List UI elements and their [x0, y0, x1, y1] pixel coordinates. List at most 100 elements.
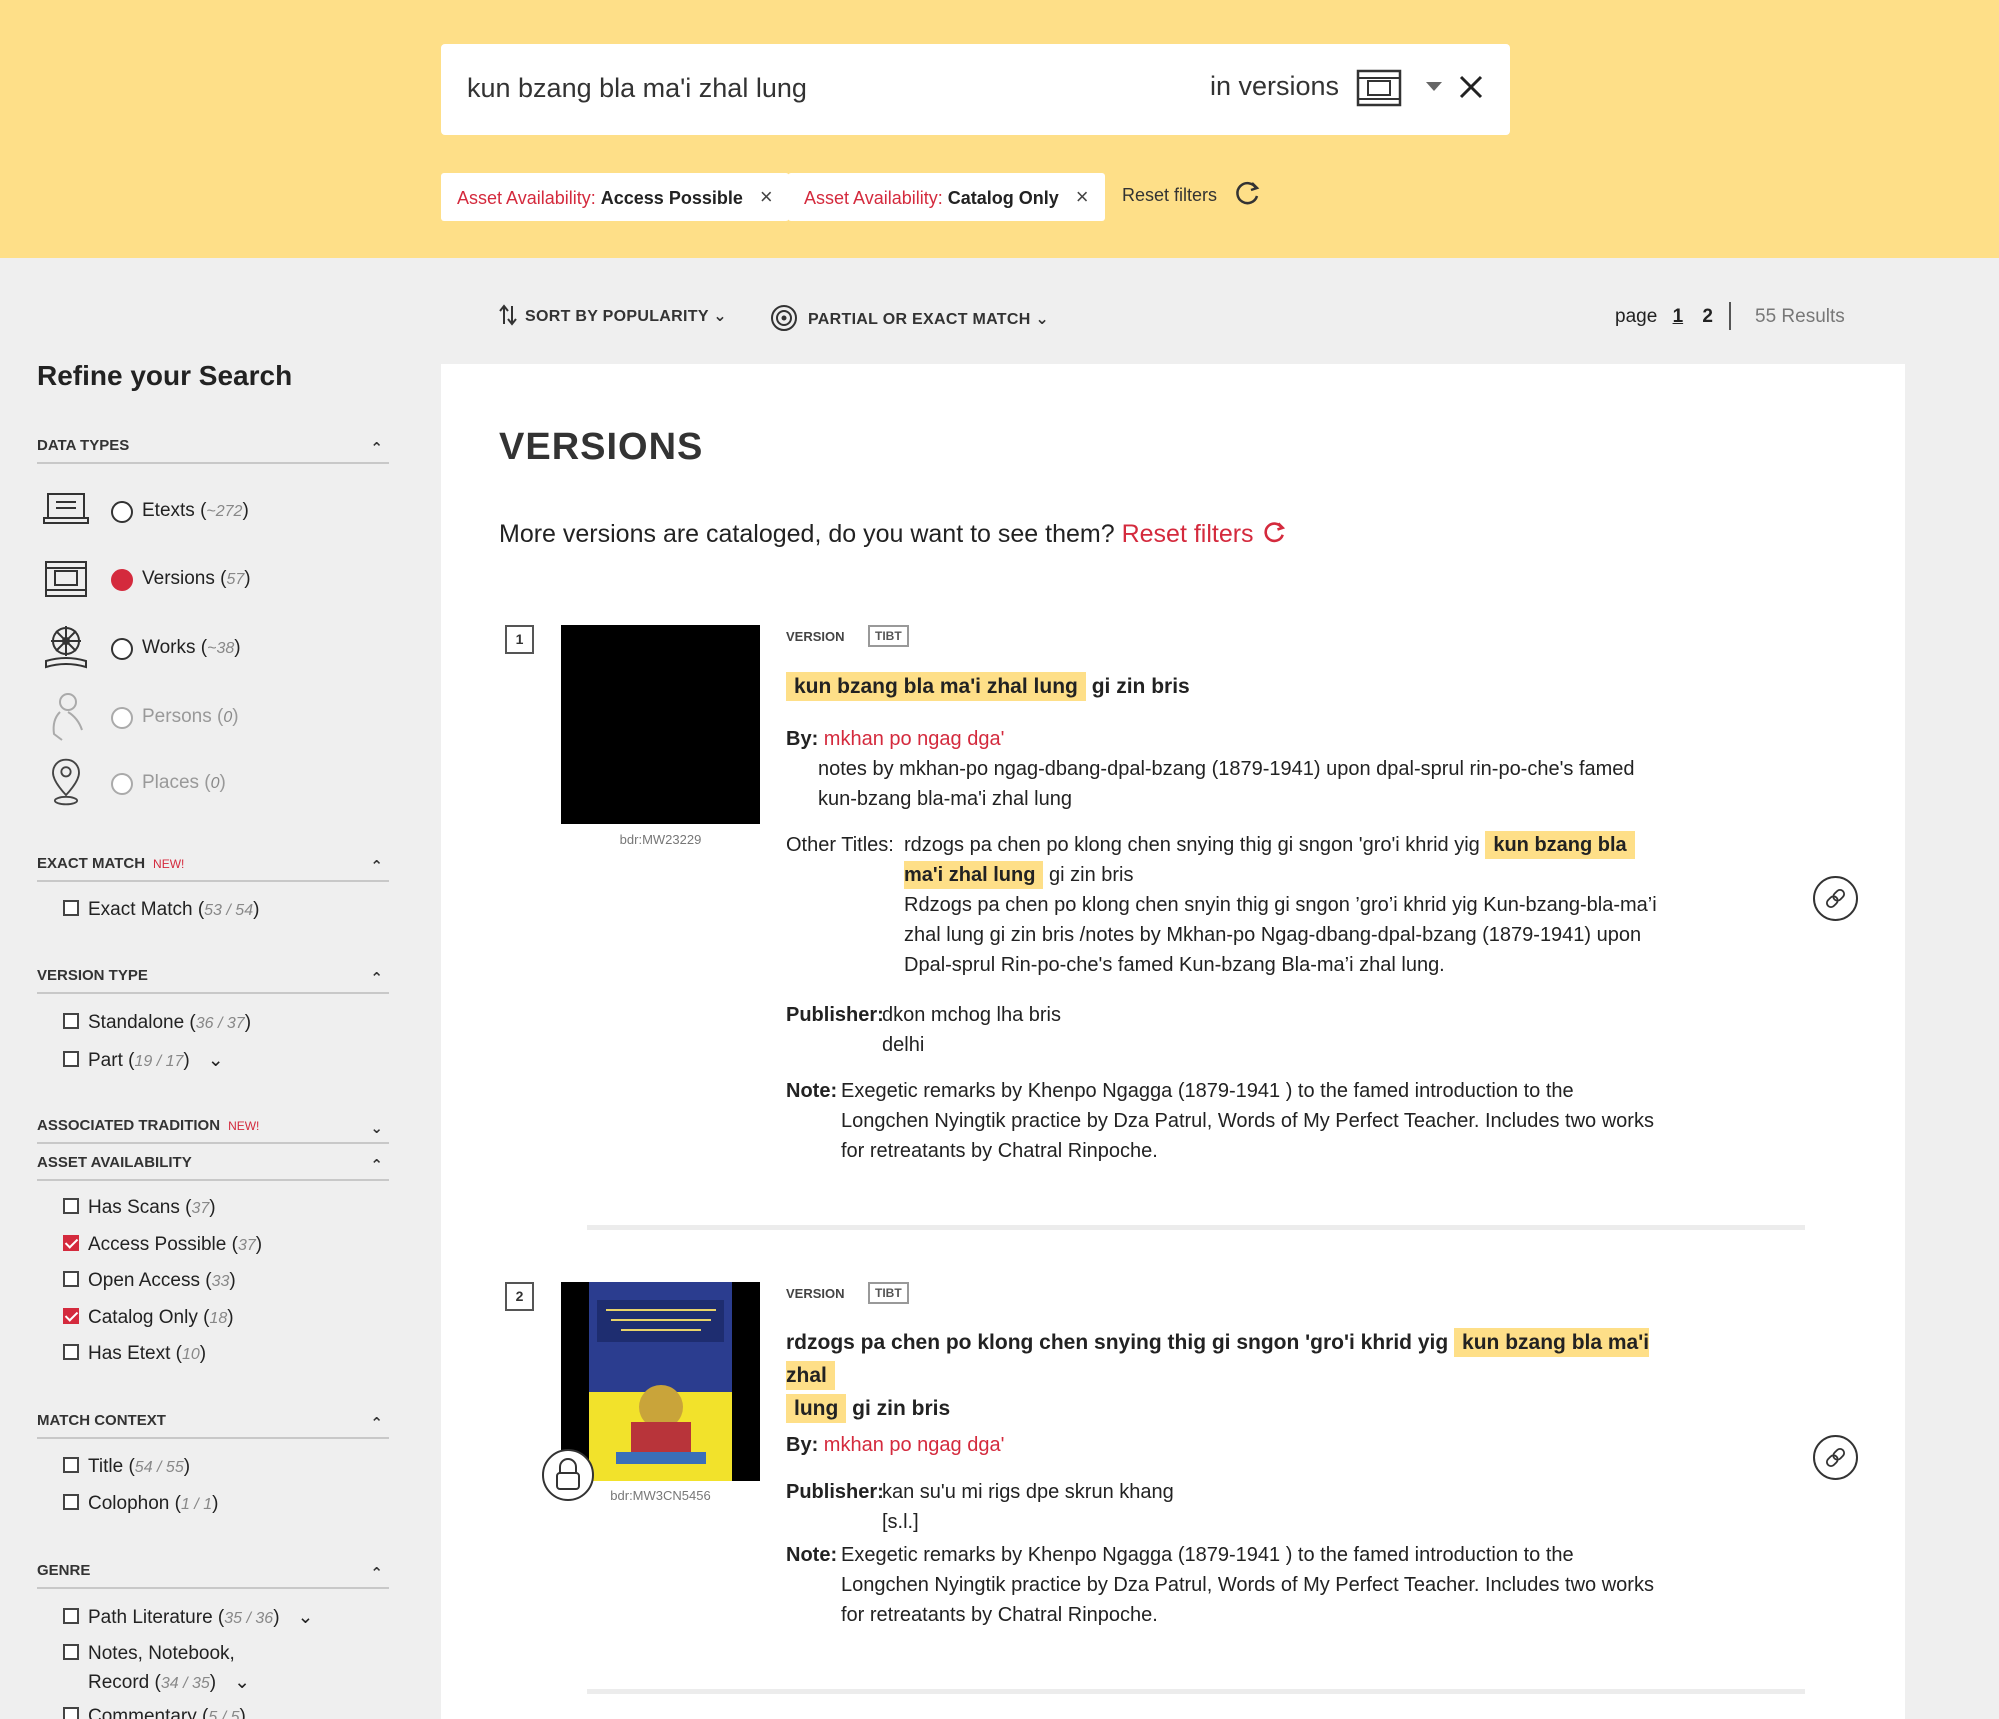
exact-match-header[interactable]: EXACT MATCH NEW! ⌃	[37, 855, 389, 882]
search-scope-label[interactable]: in versions	[1210, 71, 1339, 102]
radio[interactable]	[111, 638, 133, 660]
data-type-versions[interactable]: Versions (57)	[37, 552, 389, 604]
chevron-down-icon: ⌄	[370, 1120, 383, 1137]
title-checkbox[interactable]: Title (54 / 55)	[63, 1456, 190, 1478]
search-input[interactable]: kun bzang bla ma'i zhal lung	[467, 73, 807, 104]
chevron-up-icon: ⌃	[370, 1415, 383, 1432]
radio[interactable]	[111, 501, 133, 523]
standalone-checkbox[interactable]: Standalone (36 / 37)	[63, 1012, 251, 1034]
note-label: Note:	[786, 1544, 838, 1566]
genre-header[interactable]: GENRE ⌃	[37, 1562, 389, 1589]
filter-chip-catalog-only[interactable]: Asset Availability: Catalog Only ×	[788, 173, 1105, 221]
chevron-up-icon: ⌃	[370, 858, 383, 875]
divider	[587, 1689, 1805, 1694]
chevron-up-icon: ⌃	[370, 440, 383, 457]
open-access-checkbox[interactable]: Open Access (33)	[63, 1270, 236, 1292]
author-row: By: mkhan po ngag dga'	[786, 1434, 1005, 1456]
radio[interactable]	[111, 773, 133, 795]
author-note: notes by mkhan-po ngag-dbang-dpal-bzang …	[818, 758, 1635, 810]
divider	[1729, 302, 1731, 330]
scope-dropdown-icon[interactable]	[1426, 82, 1442, 91]
version-type-header[interactable]: VERSION TYPE ⌃	[37, 967, 389, 994]
data-type-persons[interactable]: Persons (0)	[37, 690, 389, 742]
search-bar[interactable]: kun bzang bla ma'i zhal lung in versions	[441, 44, 1510, 135]
reset-filters-link[interactable]: Reset filters	[1122, 520, 1287, 548]
link-icon[interactable]	[1813, 1435, 1858, 1480]
access-possible-checkbox[interactable]: Access Possible (37)	[63, 1234, 262, 1256]
page-1-link[interactable]: 1	[1673, 306, 1684, 327]
author-row: By: mkhan po ngag dga'	[786, 728, 1005, 750]
results-count: 55 Results	[1755, 306, 1845, 327]
notes-checkbox-line2: Record (34 / 35) ⌄	[88, 1672, 251, 1693]
result-number: 1	[505, 625, 534, 654]
refresh-icon	[1236, 181, 1260, 205]
link-icon[interactable]	[1813, 876, 1858, 921]
pagination: page 1 2	[1615, 302, 1731, 330]
results-panel: VERSIONS More versions are cataloged, do…	[441, 364, 1905, 1719]
remove-filter-icon[interactable]: ×	[760, 184, 773, 209]
publisher: kan su'u mi rigs dpe skrun khang [s.l.]	[882, 1481, 1174, 1533]
note: Exegetic remarks by Khenpo Ngagga (1879-…	[841, 1080, 1654, 1162]
divider	[587, 1225, 1805, 1230]
more-versions-message: More versions are cataloged, do you want…	[499, 520, 1287, 549]
result-title[interactable]: kun bzang bla ma'i zhal lung gi zin bris	[786, 670, 1190, 703]
etext-icon	[43, 493, 89, 524]
colophon-checkbox[interactable]: Colophon (1 / 1)	[63, 1493, 218, 1515]
path-literature-checkbox[interactable]: Path Literature (35 / 36) ⌄	[63, 1606, 313, 1629]
dharma-wheel-icon	[45, 626, 87, 669]
has-etext-checkbox[interactable]: Has Etext (10)	[63, 1343, 206, 1365]
result-title[interactable]: rdzogs pa chen po klong chen snying thig…	[786, 1326, 1686, 1425]
has-scans-checkbox[interactable]: Has Scans (37)	[63, 1197, 216, 1219]
availability-header[interactable]: ASSET AVAILABILITY ⌃	[37, 1154, 389, 1181]
radio[interactable]	[111, 707, 133, 729]
result-number: 2	[505, 1282, 534, 1311]
versions-icon[interactable]	[1356, 68, 1402, 108]
note-label: Note:	[786, 1080, 838, 1102]
page-title: VERSIONS	[499, 426, 704, 468]
result-id: bdr:MW3CN5456	[610, 1488, 711, 1503]
type-tag: VERSION	[786, 629, 845, 644]
target-icon	[771, 305, 797, 331]
sort-dropdown[interactable]: SORT BY POPULARITY ⌄	[499, 304, 727, 326]
result-thumbnail[interactable]	[561, 625, 760, 824]
other-titles-label: Other Titles:	[786, 834, 894, 856]
reset-filters-button[interactable]: Reset filters	[1122, 181, 1260, 206]
note: Exegetic remarks by Khenpo Ngagga (1879-…	[841, 1544, 1654, 1626]
data-type-etexts[interactable]: Etexts (~272)	[37, 484, 389, 536]
data-type-works[interactable]: Works (~38)	[37, 621, 389, 673]
author-link[interactable]: mkhan po ngag dga'	[824, 728, 1005, 750]
chevron-down-icon[interactable]: ⌄	[234, 1672, 250, 1693]
versions-icon	[45, 561, 87, 597]
publisher-label: Publisher:	[786, 1004, 884, 1026]
page-2-link[interactable]: 2	[1702, 306, 1713, 327]
chevron-up-icon: ⌃	[370, 1157, 383, 1174]
refine-title: Refine your Search	[37, 360, 293, 391]
tradition-header[interactable]: ASSOCIATED TRADITION NEW! ⌄	[37, 1117, 389, 1144]
chevron-up-icon: ⌃	[370, 970, 383, 987]
part-checkbox[interactable]: Part (19 / 17) ⌄	[63, 1049, 224, 1072]
remove-filter-icon[interactable]: ×	[1076, 184, 1089, 209]
data-types-header[interactable]: DATA TYPES ⌃	[37, 437, 389, 464]
chevron-down-icon[interactable]: ⌄	[208, 1050, 224, 1071]
result-id: bdr:MW23229	[619, 832, 702, 847]
other-titles: rdzogs pa chen po klong chen snying thig…	[904, 830, 1684, 980]
notes-checkbox[interactable]: Notes, Notebook,	[63, 1643, 235, 1665]
commentary-checkbox[interactable]: Commentary (5 / 5)	[63, 1706, 246, 1719]
publisher: dkon mchog lha bris delhi	[882, 1004, 1061, 1056]
match-context-header[interactable]: MATCH CONTEXT ⌃	[37, 1412, 389, 1439]
language-tag: TIBT	[868, 625, 909, 647]
author-link[interactable]: mkhan po ngag dga'	[824, 1434, 1005, 1456]
data-type-places[interactable]: Places (0)	[37, 756, 389, 808]
match-dropdown[interactable]: PARTIAL OR EXACT MATCH ⌄	[770, 304, 1049, 332]
language-tag: TIBT	[868, 1282, 909, 1304]
type-tag: VERSION	[786, 1286, 845, 1301]
radio-selected[interactable]	[111, 569, 133, 591]
map-pin-icon	[52, 758, 80, 806]
publisher-label: Publisher:	[786, 1481, 884, 1503]
chevron-up-icon: ⌃	[370, 1565, 383, 1582]
filter-chip-access-possible[interactable]: Asset Availability: Access Possible ×	[441, 173, 789, 221]
clear-search-icon[interactable]	[1454, 70, 1488, 104]
catalog-only-checkbox[interactable]: Catalog Only (18)	[63, 1307, 234, 1329]
exact-match-checkbox[interactable]: Exact Match (53 / 54)	[63, 899, 259, 921]
chevron-down-icon[interactable]: ⌄	[298, 1607, 314, 1628]
